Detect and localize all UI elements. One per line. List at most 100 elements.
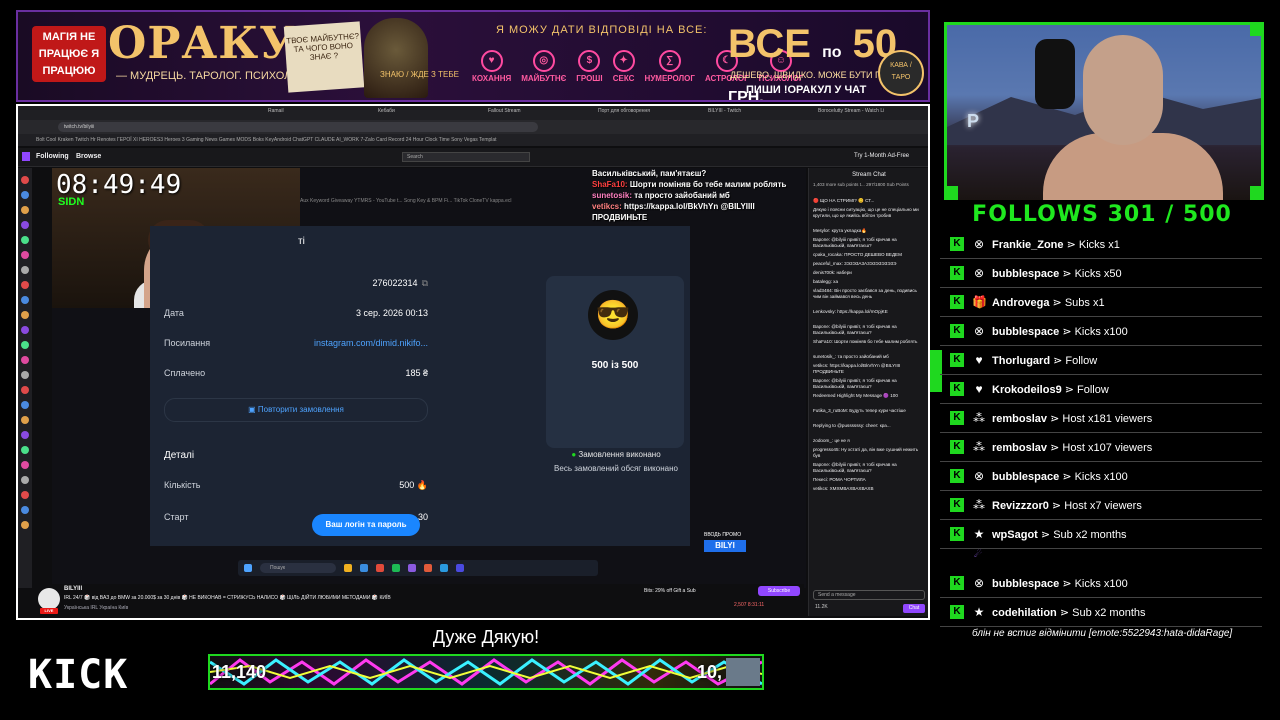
chat-message: ShaFa10: Шорти поміняв бо тебе малим роб… <box>813 339 918 344</box>
event-separator: ⋗ <box>1062 267 1072 280</box>
event-action: Kicks x100 <box>1074 470 1128 483</box>
channel-avatar-icon[interactable] <box>21 296 29 304</box>
chat-message: Bapone: @bilyiii привіт, я тобі кричав н… <box>813 324 897 335</box>
taskbar-search[interactable]: Пошук <box>260 563 336 573</box>
twitch-search-input[interactable]: Search <box>402 152 530 162</box>
donation-left-value: 11,140 <box>212 662 267 682</box>
app-icon[interactable] <box>408 564 416 572</box>
twitch-chat-panel: Stream Chat 1,403 more sub points t... 2… <box>808 168 928 616</box>
chat-message: peaceful_max: 3Э3Э3А3А3Э3Э3Э3Э3Э <box>813 261 897 266</box>
nav-browse[interactable]: Browse <box>76 153 101 160</box>
channel-avatar-icon[interactable] <box>21 491 29 499</box>
bookmarks-bar[interactable]: Bolt Cool Kraken Twitch Hr Renotes ГЕРОЇ… <box>18 134 928 146</box>
channel-avatar[interactable] <box>38 588 60 610</box>
overlay-chat-text: Васильківський, пам'ятаєш? <box>592 169 707 178</box>
event-row: K ⊗ bubblespace ⋗ Kicks x50 <box>940 259 1262 288</box>
windows-start-icon[interactable] <box>244 564 252 572</box>
kick-badge-icon: K <box>950 498 964 512</box>
twitch-stream-info: LIVE BILYIII IRL 24/7 🎲 від ВАЗ до BMW з… <box>34 584 804 616</box>
browser-tab[interactable]: Порт для обговорення <box>598 108 650 118</box>
channel-avatar-icon[interactable] <box>21 461 29 469</box>
channel-avatar-icon[interactable] <box>21 446 29 454</box>
windows-taskbar: Пошук <box>238 560 598 576</box>
twitch-logo-icon[interactable] <box>22 152 30 161</box>
channel-avatar-icon[interactable] <box>21 266 29 274</box>
chrome-icon[interactable] <box>376 564 384 572</box>
browser-tab[interactable]: BILYIII - Twitch <box>708 108 741 118</box>
overlay-chat-line: vetikcs: https://kappa.lol/BkVhYn @BILYI… <box>592 201 802 223</box>
channel-avatar-icon[interactable] <box>21 206 29 214</box>
browser-tab[interactable]: Fallout Stream <box>488 108 521 118</box>
browser-tab[interactable]: Кебаби <box>378 108 395 118</box>
channel-avatar-icon[interactable] <box>21 401 29 409</box>
channel-avatar-icon[interactable] <box>21 356 29 364</box>
channel-avatar-icon[interactable] <box>21 236 29 244</box>
row-value: 3 сер. 2026 00:13 <box>355 308 428 318</box>
bits-gift[interactable]: Bits: 29% off Gift a Sub <box>644 588 696 594</box>
channel-avatar-icon[interactable] <box>21 326 29 334</box>
event-text: Frankie_Zone ⋗ Kicks x1 <box>992 238 1120 251</box>
subscribe-button[interactable]: Subscribe <box>758 586 800 596</box>
stream-tags[interactable]: Українська IRL Україна Київ <box>64 605 128 611</box>
login-password-button[interactable]: Ваш логін та пароль <box>312 514 420 536</box>
chat-message: Redeemed Highlight My Message 🟣 100 <box>813 393 898 398</box>
neon-sign: P <box>967 111 980 131</box>
channel-name[interactable]: BILYIII <box>64 586 82 592</box>
address-field[interactable]: twitch.tv/bilyiii <box>58 122 538 132</box>
browser-tab[interactable]: Borocelutty Stream - Watch Li <box>818 108 884 118</box>
channel-avatar-icon[interactable] <box>21 191 29 199</box>
channel-avatar-icon[interactable] <box>21 251 29 259</box>
channel-avatar-icon[interactable] <box>21 311 29 319</box>
copy-icon[interactable]: ⧉ <box>422 278 428 289</box>
promo-badge: ВВОДЬ ПРОМО BILYI <box>704 532 784 568</box>
follow-goal: FOLLOWS 301 / 500 <box>972 202 1232 227</box>
channel-avatar-icon[interactable] <box>21 506 29 514</box>
row-value: 30 <box>417 512 428 522</box>
edge-icon[interactable] <box>360 564 368 572</box>
status-title-text: Замовлення виконано <box>578 450 661 459</box>
channel-avatar-icon[interactable] <box>21 416 29 424</box>
telegram-icon[interactable] <box>440 564 448 572</box>
chat-message: Bapone: @bilyiii привіт, я тобі кричав н… <box>813 237 897 248</box>
nav-following[interactable]: Following <box>36 153 69 160</box>
facecam-head <box>1083 35 1163 145</box>
event-sub-emote-icon: ☄ <box>974 549 983 559</box>
progress-text: 500 із 500 <box>591 360 639 371</box>
folder-icon[interactable] <box>344 564 352 572</box>
try-adfree-link[interactable]: Try 1-Month Ad-Free <box>854 153 909 159</box>
chat-header: Stream Chat <box>852 172 886 178</box>
event-action: Sub x2 months <box>1053 528 1127 541</box>
event-separator: ⋗ <box>1053 354 1063 367</box>
banner-badge: МАГІЯ НЕ ПРАЦЮЄ Я ПРАЦЮЮ <box>32 26 106 82</box>
repeat-order-button[interactable]: ▣ Повторити замовлення <box>164 398 428 422</box>
instagram-link[interactable]: instagram.com/dimid.nikifo... <box>314 338 428 348</box>
kick-badge-icon: K <box>950 382 964 396</box>
chat-message: denis700k: набери <box>813 270 852 275</box>
overlay-chat-text: та просто зайобаний мб <box>634 191 730 200</box>
channel-avatar-icon[interactable] <box>21 281 29 289</box>
discord-icon[interactable] <box>456 564 464 572</box>
chat-send-input[interactable]: Send a message <box>813 590 925 600</box>
category-label: ГРОШІ <box>576 74 603 83</box>
channel-avatar-icon[interactable] <box>21 341 29 349</box>
browser-tab[interactable]: Ramail <box>268 108 284 118</box>
channel-avatar-icon[interactable] <box>21 371 29 379</box>
channel-avatar-icon[interactable] <box>21 221 29 229</box>
channel-avatar-icon[interactable] <box>21 431 29 439</box>
event-separator: ⋗ <box>1040 528 1051 541</box>
event-action: Kicks x100 <box>1074 325 1128 338</box>
channel-avatar-icon[interactable] <box>21 521 29 529</box>
chat-button[interactable]: Chat <box>903 604 925 613</box>
thanks-text: Дуже Дякую! <box>432 627 540 647</box>
event-action: Kicks x50 <box>1074 267 1122 280</box>
channel-avatar-icon[interactable] <box>21 476 29 484</box>
stream-video: 08:49:49 SIDN Aux Keyword Giveaway YTMRS… <box>52 168 806 588</box>
spotify-icon[interactable] <box>392 564 400 572</box>
obs-icon[interactable] <box>424 564 432 572</box>
event-row: K 🎁 Androvega ⋗ Subs x1 <box>940 288 1262 317</box>
channel-avatar-icon[interactable] <box>21 386 29 394</box>
chat-message: Bapone: @bilyiii привіт, я тобі кричав н… <box>813 378 897 389</box>
event-separator: ⋗ <box>1062 577 1072 590</box>
channel-points[interactable]: 11.2K <box>815 604 828 610</box>
channel-avatar-icon[interactable] <box>21 176 29 184</box>
